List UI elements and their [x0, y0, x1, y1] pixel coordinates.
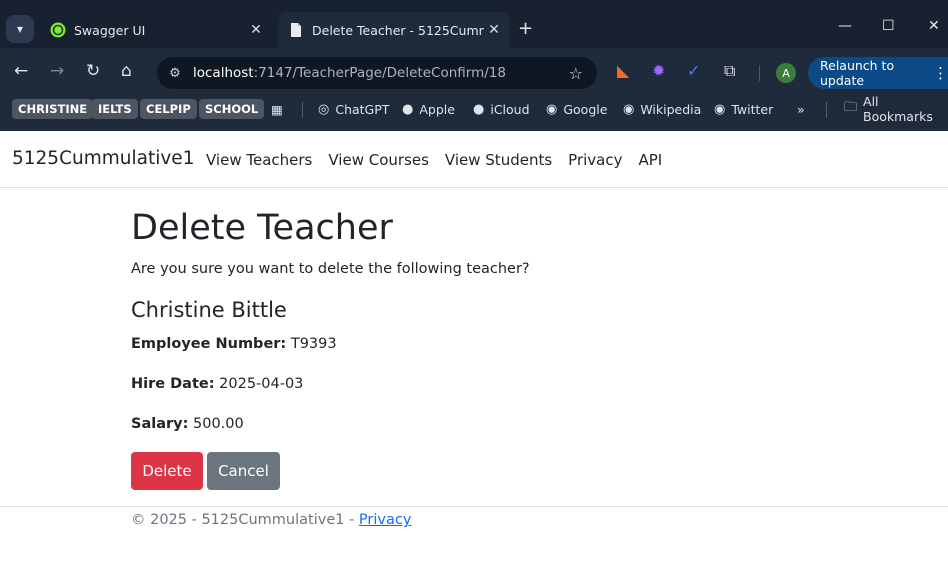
chatgpt-icon: ◎	[318, 101, 330, 117]
tab-strip: ▾ Swagger UI ✕ Delete Teacher - 5125Cumm…	[0, 0, 948, 48]
bookmark-folder-celpip[interactable]: CELPIP	[140, 99, 197, 119]
site-footer: © 2025 - 5125Cummulative1 - Privacy	[0, 506, 948, 580]
home-icon[interactable]: ⌂	[121, 63, 132, 80]
avatar[interactable]: A	[776, 63, 796, 83]
url-text[interactable]: localhost:7147/TeacherPage/DeleteConfirm…	[193, 65, 569, 81]
salary-row: Salary: 500.00	[131, 416, 244, 432]
browser-chrome: ▾ Swagger UI ✕ Delete Teacher - 5125Cumm…	[0, 0, 948, 131]
back-icon[interactable]: ←	[14, 63, 28, 80]
forward-icon[interactable]: →	[50, 63, 64, 80]
nav-links: View Teachers View Courses View Students…	[206, 151, 678, 169]
address-bar[interactable]: ⚙ localhost:7147/TeacherPage/DeleteConfi…	[157, 57, 597, 89]
employee-number-row: Employee Number: T9393	[131, 336, 337, 352]
reload-icon[interactable]: ↻	[86, 63, 100, 80]
new-tab-icon[interactable]: +	[518, 18, 533, 39]
bookmark-chatgpt[interactable]: ◎ ChatGPT	[318, 99, 389, 119]
tab-title: Delete Teacher - 5125Cummula	[312, 22, 484, 38]
field-value: 2025-04-03	[219, 376, 304, 392]
tab-delete-teacher[interactable]: Delete Teacher - 5125Cummula ✕	[278, 12, 510, 48]
extension-orange-icon[interactable]: ◣	[617, 63, 629, 79]
bookmark-star-icon[interactable]: ☆	[569, 64, 583, 83]
nav-api[interactable]: API	[638, 151, 662, 169]
copyright-text: © 2025 - 5125Cummulative1 -	[131, 512, 359, 528]
close-tab-icon[interactable]: ✕	[246, 22, 266, 38]
browser-toolbar: ← → ↻ ⌂ ⚙ localhost:7147/TeacherPage/Del…	[0, 48, 948, 96]
field-label: Hire Date:	[131, 376, 215, 392]
swagger-favicon-icon	[50, 22, 66, 38]
page-title: Delete Teacher	[131, 208, 393, 248]
bookmark-folder-school[interactable]: SCHOOL	[199, 99, 265, 119]
nav-view-students[interactable]: View Students	[445, 151, 552, 169]
delete-button[interactable]: Delete	[131, 452, 203, 490]
nav-view-teachers[interactable]: View Teachers	[206, 151, 312, 169]
globe-icon: ◉	[714, 101, 726, 117]
apple-logo-icon: ●	[473, 101, 485, 117]
bookmark-folder-ielts[interactable]: IELTS	[92, 99, 138, 119]
tab-search-button[interactable]: ▾	[6, 15, 34, 43]
relaunch-label: Relaunch to update	[820, 58, 895, 88]
site-info-icon[interactable]: ⚙	[165, 66, 185, 81]
bookmark-divider	[826, 102, 827, 118]
site-navbar: 5125Cummulative1 View Teachers View Cour…	[0, 131, 948, 188]
globe-icon: ●	[402, 101, 414, 117]
bookmarks-overflow-icon[interactable]: »	[797, 99, 805, 119]
bookmark-apple[interactable]: ● Apple	[402, 99, 455, 119]
all-bookmarks[interactable]: 🗀 All Bookmarks	[844, 94, 948, 124]
apps-grid-icon[interactable]: ▦	[271, 99, 283, 119]
close-tab-icon[interactable]: ✕	[484, 22, 504, 38]
toolbar-divider	[759, 65, 760, 81]
tab-title: Swagger UI	[74, 22, 146, 38]
cancel-button[interactable]: Cancel	[207, 452, 280, 490]
minimize-icon[interactable]: —	[838, 18, 852, 34]
field-label: Employee Number:	[131, 336, 287, 352]
extensions-puzzle-icon[interactable]: ⧉	[724, 63, 735, 79]
field-value: 500.00	[193, 416, 244, 432]
document-favicon-icon	[291, 23, 301, 37]
confirm-question: Are you sure you want to delete the foll…	[131, 261, 530, 277]
field-value: T9393	[290, 336, 337, 352]
hire-date-row: Hire Date: 2025-04-03	[131, 376, 303, 392]
maximize-icon[interactable]: ☐	[882, 18, 895, 34]
bookmarks-bar: CHRISTINE IELTS CELPIP SCHOOL ▦ ◎ ChatGPT…	[0, 94, 948, 131]
teacher-name: Christine Bittle	[131, 298, 287, 322]
bookmark-divider	[302, 102, 303, 118]
folder-icon: 🗀	[844, 100, 858, 115]
kebab-menu-icon[interactable]: ⋮	[933, 64, 948, 82]
globe-icon: ◉	[546, 101, 558, 117]
bookmark-icloud[interactable]: ● iCloud	[473, 99, 530, 119]
bookmark-wikipedia[interactable]: ◉ Wikipedia	[623, 99, 701, 119]
bookmark-google[interactable]: ◉ Google	[546, 99, 607, 119]
nav-privacy[interactable]: Privacy	[568, 151, 622, 169]
bookmark-twitter[interactable]: ◉ Twitter	[714, 99, 773, 119]
site-brand[interactable]: 5125Cummulative1	[12, 148, 194, 169]
relaunch-button[interactable]: Relaunch to update ⋮	[808, 57, 948, 89]
footer-text: © 2025 - 5125Cummulative1 - Privacy	[131, 512, 411, 528]
bookmark-folder-christine[interactable]: CHRISTINE	[12, 99, 94, 119]
chevron-down-icon: ▾	[16, 22, 24, 36]
extension-bird-icon[interactable]: ✓	[687, 63, 700, 79]
tab-swagger[interactable]: Swagger UI ✕	[40, 12, 272, 48]
globe-icon: ◉	[623, 101, 635, 117]
close-window-icon[interactable]: ✕	[928, 18, 940, 34]
extension-gear-icon[interactable]: ✹	[652, 63, 665, 79]
footer-privacy-link[interactable]: Privacy	[359, 512, 412, 528]
field-label: Salary:	[131, 416, 189, 432]
nav-view-courses[interactable]: View Courses	[328, 151, 429, 169]
